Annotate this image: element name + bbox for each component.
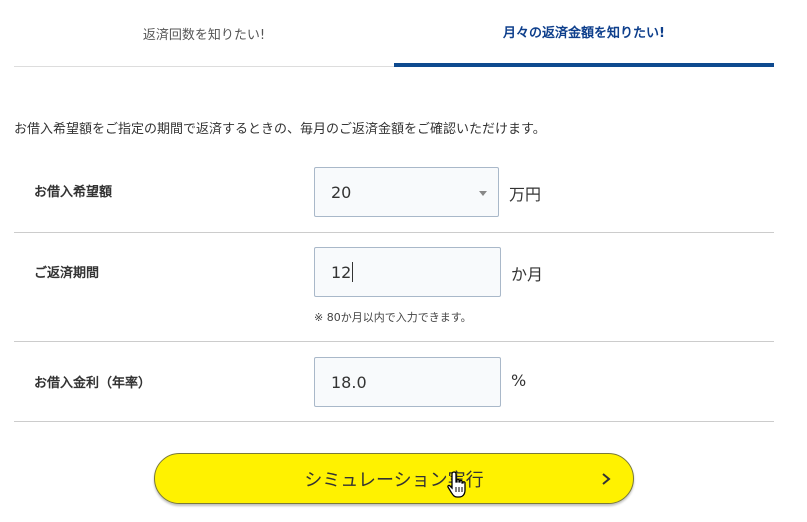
rate-label: お借入金利（年率） — [34, 376, 152, 391]
rate-input[interactable]: 18.0 — [314, 357, 501, 407]
rate-value: 18.0 — [331, 372, 367, 392]
amount-unit: 万円 — [509, 185, 542, 204]
chevron-down-icon — [479, 191, 487, 196]
tab-repayment-count[interactable]: 返済回数を知りたい! — [14, 0, 394, 67]
divider — [14, 421, 774, 422]
text-caret — [352, 262, 354, 282]
rate-unit: % — [511, 371, 527, 390]
amount-value: 20 — [331, 182, 352, 202]
tab-monthly-amount[interactable]: 月々の返済金額を知りたい! — [394, 0, 774, 67]
tab-bar: 返済回数を知りたい! 月々の返済金額を知りたい! — [14, 0, 774, 67]
divider — [14, 341, 774, 342]
period-input[interactable]: 12 — [314, 247, 501, 297]
hand-pointer-icon — [447, 471, 466, 498]
period-value: 12 — [331, 262, 352, 282]
divider — [14, 232, 774, 233]
period-note: ※ 80か月以内で入力できます。 — [314, 311, 472, 324]
amount-label: お借入希望額 — [34, 185, 113, 200]
intro-text: お借入希望額をご指定の期間で返済するときの、毎月のご返済金額をご確認いただけます… — [14, 122, 546, 137]
period-label: ご返済期間 — [34, 266, 100, 281]
chevron-right-icon — [602, 473, 611, 485]
period-unit: か月 — [511, 265, 544, 284]
amount-select[interactable]: 20 — [314, 167, 499, 217]
loan-simulator: 返済回数を知りたい! 月々の返済金額を知りたい! お借入希望額をご指定の期間で返… — [0, 0, 807, 522]
simulate-button[interactable]: シミュレーション実行 — [154, 453, 634, 504]
